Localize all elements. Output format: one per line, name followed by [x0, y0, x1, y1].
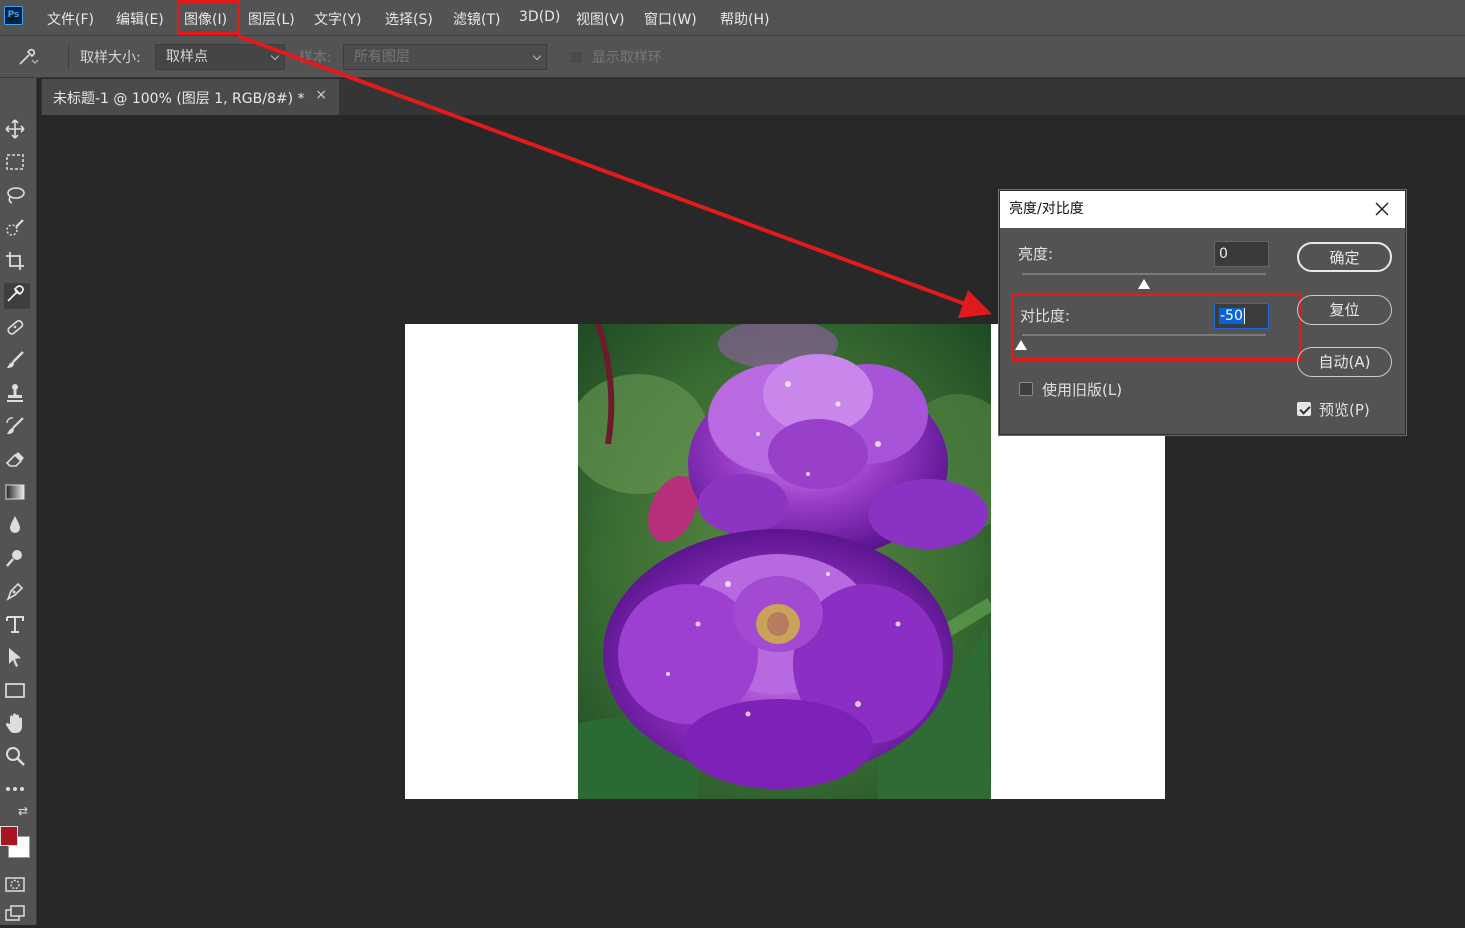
stamp-icon[interactable] [4, 382, 30, 408]
menu-help[interactable]: 帮助(H) [720, 9, 769, 29]
legacy-checkbox[interactable] [1019, 382, 1033, 396]
sample-select[interactable]: 所有图层 [343, 44, 547, 70]
move-icon[interactable] [4, 118, 30, 144]
eyedropper-icon[interactable] [4, 283, 30, 309]
brightness-label: 亮度: [1018, 245, 1054, 263]
menu-bar: Ps 文件(F) 编辑(E) 图像(I) 图层(L) 文字(Y) 选择(S) 滤… [0, 0, 1465, 36]
blur-icon[interactable] [4, 514, 30, 540]
photoshop-logo-icon[interactable]: Ps [4, 6, 23, 25]
peony-photo-layer[interactable] [578, 324, 991, 799]
menu-edit[interactable]: 编辑(E) [116, 9, 164, 29]
chevron-down-icon [532, 51, 542, 61]
brightness-contrast-dialog: 亮度/对比度 亮度: 0 对比度: -50 使用旧版(L) 确定 复位 自动(A… [999, 190, 1406, 435]
pen-icon[interactable] [4, 580, 30, 606]
close-icon[interactable] [1373, 200, 1391, 218]
brightness-slider-track[interactable] [1022, 273, 1266, 275]
menu-filter[interactable]: 滤镜(T) [453, 9, 500, 29]
menu-image-highlight [177, 0, 240, 35]
dialog-title: 亮度/对比度 [1009, 201, 1084, 217]
tools-panel: ⇄ [0, 78, 37, 925]
show-ring-checkbox[interactable] [570, 51, 583, 64]
ok-button[interactable]: 确定 [1297, 242, 1392, 272]
dialog-title-bar[interactable]: 亮度/对比度 [1000, 191, 1405, 228]
menu-3d[interactable]: 3D(D) [519, 9, 560, 25]
gradient-icon[interactable] [4, 481, 30, 507]
foreground-color-swatch[interactable] [0, 826, 18, 846]
chevron-down-icon [270, 51, 280, 61]
brightness-input[interactable]: 0 [1214, 241, 1269, 267]
peony-image [578, 324, 991, 799]
quick-select-icon[interactable] [4, 217, 30, 243]
screen-mode-icon[interactable] [4, 902, 30, 928]
more-icon[interactable] [4, 778, 30, 804]
divider [68, 44, 69, 70]
hand-icon[interactable] [4, 712, 30, 738]
options-bar: 取样大小: 取样点 样本: 所有图层 显示取样环 [0, 36, 1465, 78]
preview-checkbox[interactable] [1297, 402, 1311, 416]
eyedropper-preset-icon[interactable] [16, 46, 40, 72]
legacy-label[interactable]: 使用旧版(L) [1042, 379, 1122, 400]
eraser-icon[interactable] [4, 448, 30, 474]
menu-layer[interactable]: 图层(L) [248, 9, 295, 29]
contrast-highlight-box [1011, 293, 1302, 361]
preview-label[interactable]: 预览(P) [1319, 399, 1370, 420]
auto-button[interactable]: 自动(A) [1297, 347, 1392, 377]
close-icon[interactable]: × [315, 87, 327, 103]
document-tab-bar: 未标题-1 @ 100% (图层 1, RGB/8#) * × [41, 79, 1465, 115]
marquee-icon[interactable] [4, 151, 30, 177]
document-tab[interactable]: 未标题-1 @ 100% (图层 1, RGB/8#) * × [42, 79, 339, 115]
dodge-icon[interactable] [4, 547, 30, 573]
menu-view[interactable]: 视图(V) [576, 9, 625, 29]
brightness-slider-thumb[interactable] [1138, 279, 1150, 289]
document-tab-title: 未标题-1 @ 100% (图层 1, RGB/8#) * [53, 91, 305, 107]
menu-file[interactable]: 文件(F) [47, 9, 94, 29]
menu-select[interactable]: 选择(S) [385, 9, 433, 29]
swap-colors-icon[interactable]: ⇄ [18, 804, 28, 818]
path-select-icon[interactable] [4, 646, 30, 672]
sample-size-select[interactable]: 取样点 [155, 44, 285, 70]
sample-label: 样本: [299, 50, 332, 66]
sample-size-value: 取样点 [166, 49, 208, 65]
brush-icon[interactable] [4, 349, 30, 375]
menu-window[interactable]: 窗口(W) [644, 9, 697, 29]
history-brush-icon[interactable] [4, 415, 30, 441]
lasso-icon[interactable] [4, 184, 30, 210]
quick-mask-icon[interactable] [4, 873, 30, 899]
sample-size-label: 取样大小: [80, 50, 141, 66]
healing-icon[interactable] [4, 316, 30, 342]
show-ring-label: 显示取样环 [592, 50, 662, 66]
zoom-icon[interactable] [4, 745, 30, 771]
menu-type[interactable]: 文字(Y) [314, 9, 361, 29]
reset-button[interactable]: 复位 [1297, 295, 1392, 325]
rectangle-icon[interactable] [4, 679, 30, 705]
type-icon[interactable] [4, 613, 30, 639]
crop-icon[interactable] [4, 250, 30, 276]
sample-value: 所有图层 [354, 49, 410, 65]
